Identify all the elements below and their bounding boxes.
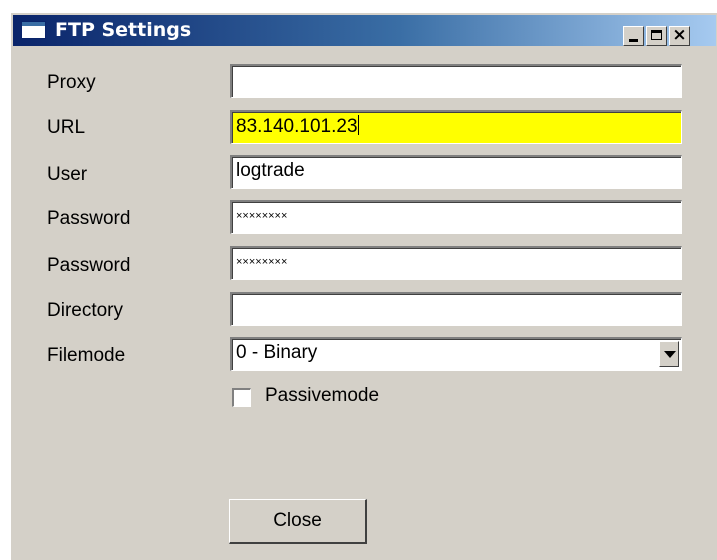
passivemode-label[interactable]: Passivemode bbox=[265, 385, 379, 407]
user-label: User bbox=[47, 164, 88, 185]
password-label: Password bbox=[47, 208, 131, 229]
proxy-input[interactable] bbox=[230, 64, 682, 98]
title-bar[interactable]: FTP Settings × bbox=[13, 15, 716, 46]
maximize-button[interactable] bbox=[646, 26, 667, 46]
proxy-label: Proxy bbox=[47, 72, 96, 93]
password-confirm-label: Password bbox=[47, 255, 131, 276]
directory-input[interactable] bbox=[230, 292, 682, 326]
window-title: FTP Settings bbox=[55, 19, 192, 41]
close-button-label: Close bbox=[273, 510, 322, 531]
password-confirm-input[interactable]: ×××××××× bbox=[230, 246, 682, 280]
text-caret bbox=[357, 115, 359, 135]
filemode-label: Filemode bbox=[47, 345, 126, 366]
directory-label: Directory bbox=[47, 300, 124, 321]
url-input[interactable]: 83.140.101.23 bbox=[230, 110, 682, 144]
url-label: URL bbox=[47, 117, 86, 138]
passivemode-checkbox[interactable] bbox=[232, 388, 251, 407]
window-app-icon bbox=[21, 21, 46, 39]
user-input[interactable]: logtrade bbox=[230, 155, 682, 189]
filemode-select[interactable]: 0 - Binary bbox=[230, 337, 682, 371]
filemode-selected-value: 0 - Binary bbox=[236, 342, 318, 363]
chevron-down-icon[interactable] bbox=[659, 341, 679, 367]
close-window-button[interactable]: × bbox=[669, 26, 690, 46]
close-button[interactable]: Close bbox=[229, 499, 367, 544]
minimize-icon bbox=[629, 39, 638, 42]
password-input[interactable]: ×××××××× bbox=[230, 200, 682, 234]
close-icon: × bbox=[672, 25, 687, 45]
url-input-value: 83.140.101.23 bbox=[236, 116, 358, 137]
minimize-button[interactable] bbox=[623, 26, 644, 46]
ftp-settings-window: FTP Settings × Proxy URL 83.140.101.23 U… bbox=[10, 12, 717, 560]
maximize-icon bbox=[651, 30, 662, 40]
